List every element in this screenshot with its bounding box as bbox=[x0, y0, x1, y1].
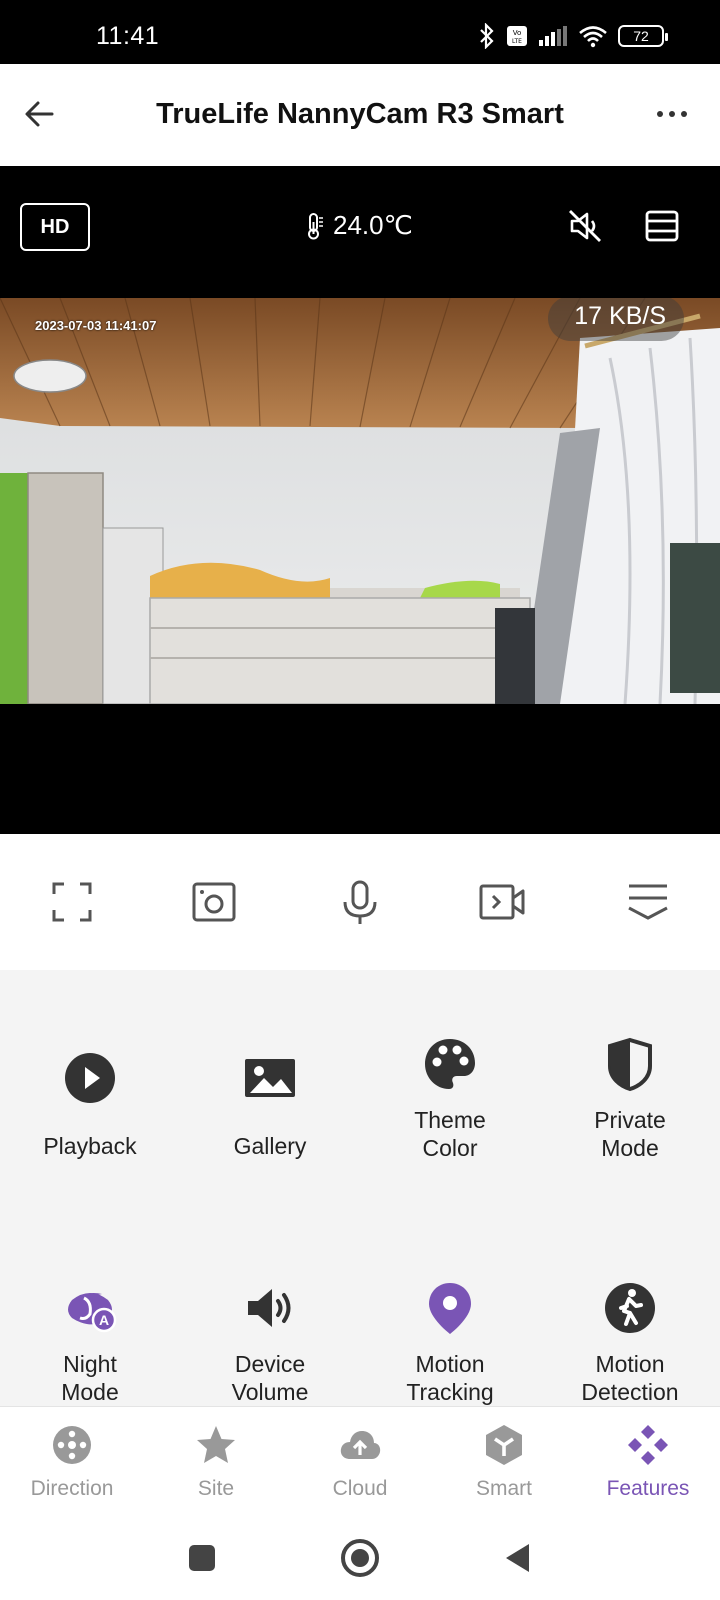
volte-icon: VoLTE bbox=[507, 26, 527, 46]
dot-icon bbox=[669, 111, 675, 117]
feature-night-mode[interactable]: A Night Mode bbox=[0, 1280, 180, 1406]
palette-icon bbox=[425, 1039, 475, 1089]
shield-icon bbox=[608, 1037, 652, 1092]
feature-gallery[interactable]: Gallery bbox=[180, 1050, 360, 1160]
status-icons: Vo LTE 72 bbox=[478, 22, 668, 50]
tab-smart[interactable]: Smart bbox=[432, 1423, 576, 1501]
layout-list-icon[interactable] bbox=[642, 206, 682, 246]
fullscreen-icon[interactable] bbox=[48, 878, 96, 926]
dot-icon bbox=[657, 111, 663, 117]
walking-person-icon bbox=[605, 1283, 655, 1333]
feature-label: Device Volume bbox=[231, 1351, 309, 1405]
feature-label: Gallery bbox=[233, 1133, 307, 1159]
features-diamond-icon bbox=[628, 1425, 668, 1465]
back-triangle-icon[interactable] bbox=[496, 1536, 540, 1580]
feature-label: Private Mode bbox=[594, 1107, 666, 1161]
thermometer-icon bbox=[308, 212, 323, 239]
play-circle-icon bbox=[65, 1053, 115, 1103]
quality-toggle-button[interactable]: HD bbox=[20, 203, 90, 251]
feature-private-mode[interactable]: Private Mode bbox=[540, 1036, 720, 1162]
dot-icon bbox=[681, 111, 687, 117]
video-record-icon[interactable] bbox=[478, 878, 526, 926]
svg-text:A: A bbox=[99, 1312, 109, 1328]
volume-icon bbox=[248, 1289, 291, 1327]
system-nav-bar bbox=[0, 1516, 720, 1600]
battery-icon: 72 bbox=[618, 25, 668, 47]
feature-theme-color[interactable]: Theme Color bbox=[360, 1036, 540, 1162]
bottom-tab-bar: Direction Site Cloud Smart Features bbox=[0, 1406, 720, 1516]
feature-label: Theme Color bbox=[414, 1107, 486, 1161]
temperature-value: 24.0℃ bbox=[333, 210, 413, 240]
bluetooth-icon bbox=[480, 23, 494, 49]
snapshot-icon[interactable] bbox=[190, 878, 238, 926]
expand-menu-icon[interactable] bbox=[624, 878, 672, 926]
feed-timestamp: 2023-07-03 11:41:07 bbox=[35, 318, 157, 333]
more-options-button[interactable] bbox=[648, 94, 696, 134]
features-grid: Playback Gallery Theme Color Private Mod… bbox=[0, 970, 720, 1406]
tab-label: Site bbox=[197, 1477, 235, 1500]
tab-cloud[interactable]: Cloud bbox=[288, 1423, 432, 1501]
tab-direction[interactable]: Direction bbox=[0, 1423, 144, 1501]
night-mode-auto-icon: A bbox=[68, 1292, 117, 1333]
data-rate-badge: 17 KB/S bbox=[548, 298, 684, 341]
tab-site[interactable]: Site bbox=[144, 1423, 288, 1501]
tab-label: Features bbox=[606, 1477, 690, 1500]
status-time: 11:41 bbox=[96, 22, 160, 50]
feature-label: Motion Tracking bbox=[406, 1351, 494, 1405]
speaker-muted-icon[interactable] bbox=[565, 206, 605, 246]
feature-label: Playback bbox=[43, 1133, 137, 1159]
page-title: TrueLife NannyCam R3 Smart bbox=[156, 98, 564, 130]
direction-pad-icon bbox=[53, 1426, 91, 1464]
wifi-icon bbox=[579, 26, 607, 48]
svg-text:Vo: Vo bbox=[513, 29, 522, 37]
feature-motion-detection[interactable]: Motion Detection bbox=[540, 1280, 720, 1406]
camera-feed[interactable]: 2023-07-03 11:41:07 17 KB/S bbox=[0, 298, 720, 704]
home-circle-icon[interactable] bbox=[338, 1536, 382, 1580]
microphone-icon[interactable] bbox=[336, 878, 384, 926]
status-bar: 11:41 Vo LTE 72 bbox=[0, 0, 720, 64]
back-arrow-icon[interactable] bbox=[18, 92, 62, 136]
image-icon bbox=[245, 1059, 295, 1097]
smart-hexagon-icon bbox=[486, 1425, 522, 1465]
recents-square-icon[interactable] bbox=[180, 1536, 224, 1580]
tab-label: Direction bbox=[30, 1477, 114, 1500]
video-area[interactable]: HD 24.0℃ 2023-07-03 11:41:07 17 KB/S bbox=[0, 166, 720, 834]
star-icon bbox=[197, 1426, 235, 1463]
control-toolbar bbox=[0, 834, 720, 970]
tab-label: Smart bbox=[475, 1477, 532, 1500]
feature-label: Night Mode bbox=[61, 1351, 119, 1405]
app-header: TrueLife NannyCam R3 Smart bbox=[0, 64, 720, 166]
battery-level: 72 bbox=[633, 28, 649, 44]
temperature-readout: 24.0℃ bbox=[305, 210, 413, 241]
cloud-upload-icon bbox=[340, 1431, 381, 1459]
tab-label: Cloud bbox=[332, 1477, 388, 1500]
location-pin-icon bbox=[429, 1283, 471, 1334]
signal-icon bbox=[539, 26, 567, 46]
feature-playback[interactable]: Playback bbox=[0, 1050, 180, 1160]
feature-motion-tracking[interactable]: Motion Tracking bbox=[360, 1280, 540, 1406]
svg-text:LTE: LTE bbox=[512, 38, 522, 45]
tab-features[interactable]: Features bbox=[576, 1423, 720, 1501]
feature-label: Motion Detection bbox=[581, 1351, 679, 1405]
room-image bbox=[0, 298, 720, 704]
feature-device-volume[interactable]: Device Volume bbox=[180, 1280, 360, 1406]
